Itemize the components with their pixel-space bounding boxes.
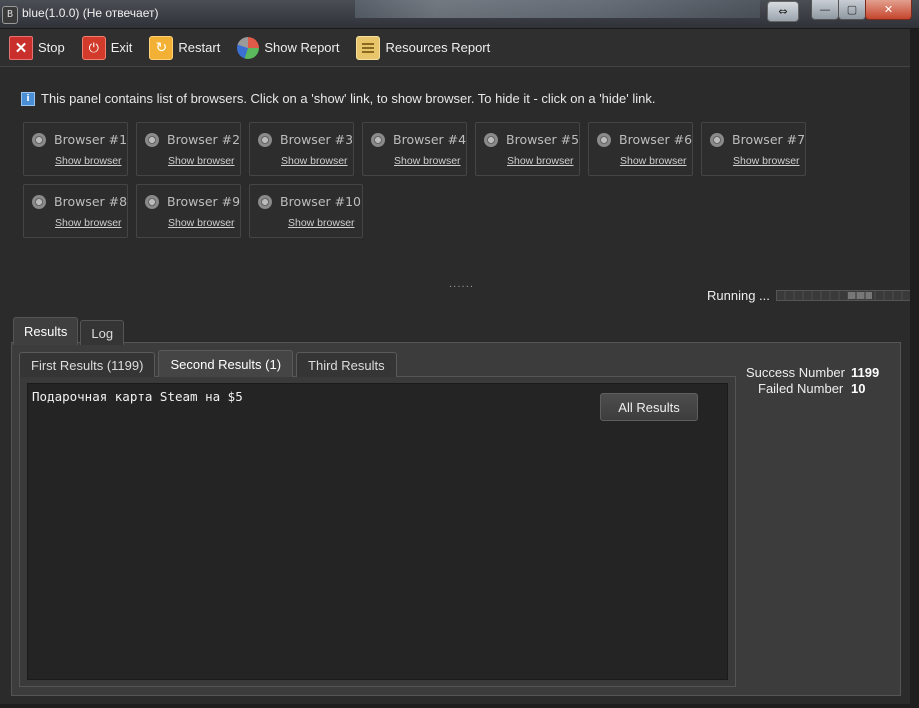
chrome-icon: [145, 133, 159, 147]
show-browser-link[interactable]: Show browser: [55, 217, 122, 229]
window-edge-bottom: [0, 704, 919, 708]
close-icon[interactable]: ✕: [865, 0, 912, 20]
swap-icon[interactable]: ⇔: [767, 1, 799, 22]
window-title: blue(1.0.0) (Не отвечает): [22, 6, 159, 20]
failed-label: Failed Number: [758, 381, 844, 396]
success-label: Success Number: [746, 365, 845, 380]
maximize-icon[interactable]: ▢: [838, 0, 866, 20]
all-results-button[interactable]: All Results: [600, 393, 698, 421]
success-stat: Success Number 1199: [746, 365, 879, 380]
show-report-button[interactable]: Show Report: [237, 36, 340, 59]
browser-tile: Browser #8 Show browser: [23, 184, 128, 238]
browser-name: Browser #10: [280, 194, 362, 209]
tab-first-results[interactable]: First Results (1199): [19, 352, 156, 377]
show-browser-link[interactable]: Show browser: [288, 217, 355, 229]
browser-name: Browser #6: [619, 132, 693, 147]
browser-tile: Browser #5 Show browser: [475, 122, 580, 176]
chrome-icon: [258, 133, 272, 147]
resources-report-label: Resources Report: [385, 40, 491, 55]
browser-tile: Browser #6 Show browser: [588, 122, 693, 176]
tab-log[interactable]: Log: [80, 320, 125, 345]
progress-fill: [848, 292, 872, 299]
stop-button[interactable]: ✕ Stop: [9, 35, 65, 60]
window-edge: [910, 29, 919, 708]
show-browser-link[interactable]: Show browser: [55, 155, 122, 167]
results-text-area[interactable]: [27, 383, 728, 680]
status-text: Running ...: [707, 288, 770, 303]
restart-button[interactable]: ↻ Restart: [149, 35, 221, 60]
browser-name: Browser #7: [732, 132, 806, 147]
restart-icon: ↻: [149, 35, 174, 60]
failed-value: 10: [851, 381, 866, 396]
browser-name: Browser #8: [54, 194, 128, 209]
title-bar: B blue(1.0.0) (Не отвечает) ⇔ — ▢ ✕: [0, 0, 919, 29]
outer-tab-bar: Results Log: [13, 317, 126, 345]
success-value: 1199: [851, 365, 880, 380]
progress-bar: [776, 290, 911, 301]
info-icon: i: [21, 91, 35, 106]
show-browser-link[interactable]: Show browser: [168, 155, 235, 167]
browser-tile: Browser #7 Show browser: [701, 122, 806, 176]
resources-report-button[interactable]: Resources Report: [356, 35, 491, 60]
chrome-icon: [710, 133, 724, 147]
stop-icon: ✕: [9, 35, 33, 60]
show-browser-link[interactable]: Show browser: [394, 155, 461, 167]
minimize-icon[interactable]: —: [811, 0, 839, 20]
exit-label: Exit: [110, 40, 133, 55]
browser-name: Browser #9: [167, 194, 241, 209]
tab-results[interactable]: Results: [13, 317, 79, 345]
browser-name: Browser #3: [280, 132, 354, 147]
show-browser-link[interactable]: Show browser: [168, 217, 235, 229]
show-browser-link[interactable]: Show browser: [620, 155, 687, 167]
exit-button[interactable]: ⏻ Exit: [81, 35, 133, 60]
stop-label: Stop: [38, 40, 65, 55]
info-message: i This panel contains list of browsers. …: [21, 91, 655, 106]
tab-third-results[interactable]: Third Results: [296, 352, 397, 377]
chrome-icon: [32, 133, 46, 147]
tab-second-results[interactable]: Second Results (1): [158, 350, 294, 377]
list-icon: [356, 35, 381, 60]
chrome-icon: [145, 195, 159, 209]
inner-tab-bar: First Results (1199) Second Results (1) …: [19, 350, 400, 377]
chrome-icon: [32, 195, 46, 209]
chrome-icon: [484, 133, 498, 147]
show-browser-link[interactable]: Show browser: [281, 155, 348, 167]
pie-chart-icon: [237, 36, 260, 59]
result-line: Подарочная карта Steam на $5: [32, 389, 243, 404]
splitter-handle[interactable]: ......: [449, 279, 474, 290]
browser-tile: Browser #4 Show browser: [362, 122, 467, 176]
browser-tile: Browser #10 Show browser: [249, 184, 363, 238]
browser-tile: Browser #1 Show browser: [23, 122, 128, 176]
info-text: This panel contains list of browsers. Cl…: [41, 91, 656, 106]
show-browser-link[interactable]: Show browser: [507, 155, 574, 167]
chrome-icon: [597, 133, 611, 147]
browser-tile: Browser #3 Show browser: [249, 122, 354, 176]
browser-name: Browser #2: [167, 132, 241, 147]
restart-label: Restart: [178, 40, 221, 55]
power-icon: ⏻: [81, 35, 106, 60]
toolbar: ✕ Stop ⏻ Exit ↻ Restart Show Report Reso…: [0, 29, 919, 67]
browser-tile: Browser #9 Show browser: [136, 184, 241, 238]
chrome-icon: [371, 133, 385, 147]
browser-name: Browser #4: [393, 132, 467, 147]
failed-stat: Failed Number 10: [758, 381, 865, 396]
browser-name: Browser #1: [54, 132, 128, 147]
background-window-strip: [355, 0, 760, 18]
browser-name: Browser #5: [506, 132, 580, 147]
app-icon: B: [2, 6, 18, 24]
show-report-label: Show Report: [264, 40, 340, 55]
chrome-icon: [258, 195, 272, 209]
browser-tile: Browser #2 Show browser: [136, 122, 241, 176]
show-browser-link[interactable]: Show browser: [733, 155, 800, 167]
